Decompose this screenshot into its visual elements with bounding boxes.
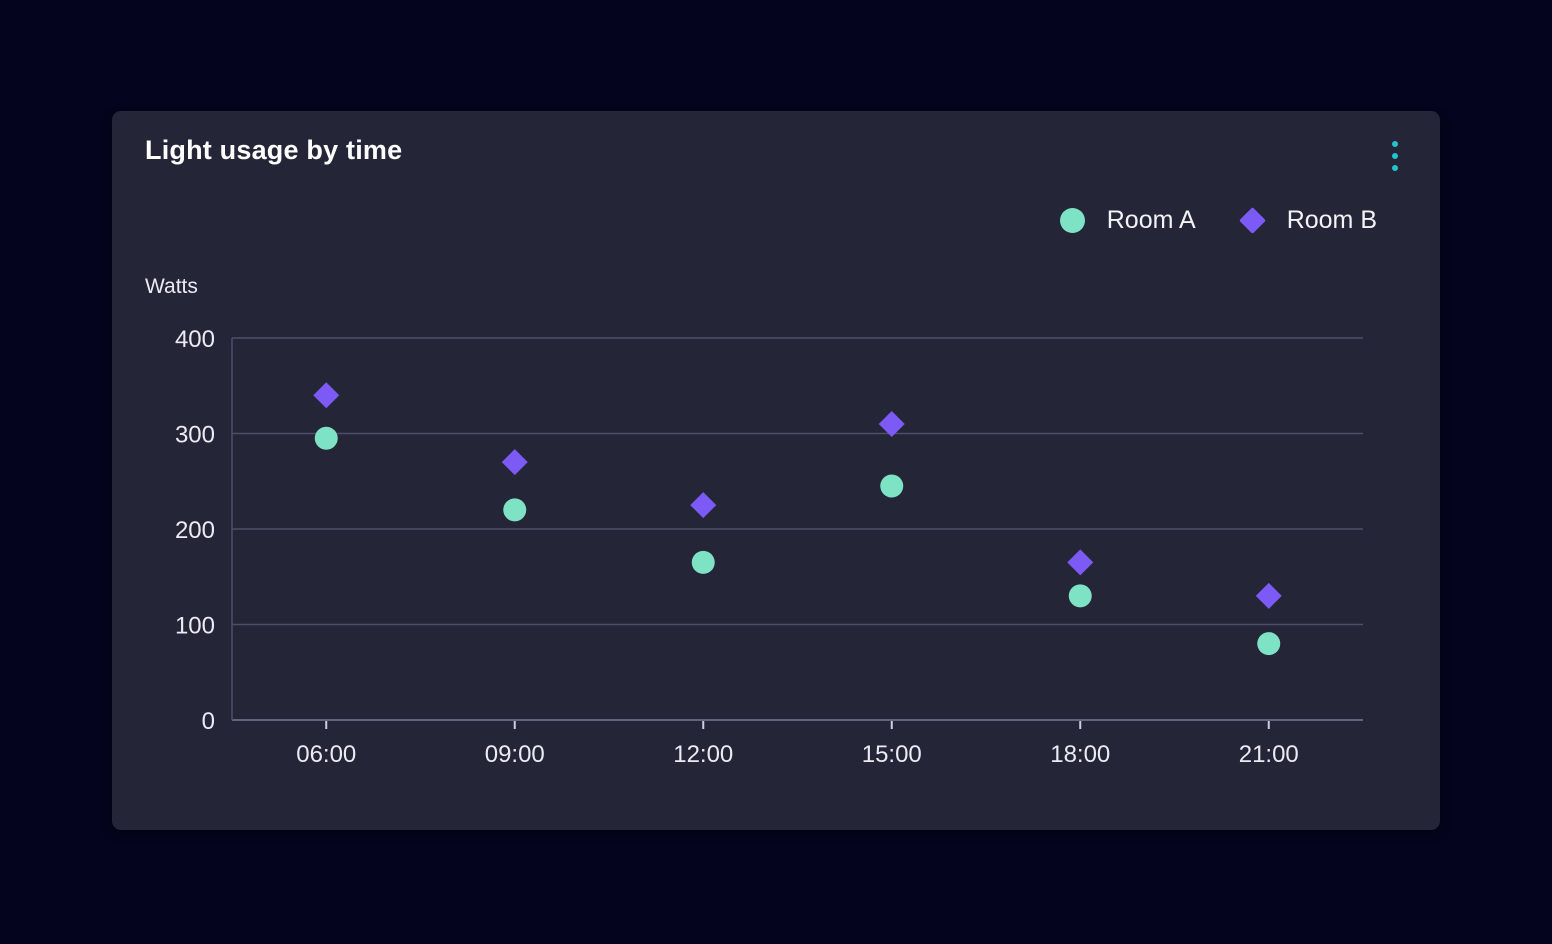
data-point-room-a[interactable] — [880, 475, 903, 498]
chart-title: Light usage by time — [145, 135, 402, 166]
data-point-room-b[interactable] — [1256, 583, 1282, 609]
data-point-room-b[interactable] — [690, 492, 716, 518]
kebab-dot-icon — [1392, 153, 1398, 159]
data-point-room-b[interactable] — [313, 382, 339, 408]
y-tick-label: 300 — [175, 422, 215, 449]
legend: Room A Room B — [1060, 206, 1377, 235]
legend-item-room-a[interactable]: Room A — [1060, 206, 1196, 235]
y-axis-title: Watts — [145, 275, 198, 299]
y-tick-label: 400 — [175, 326, 215, 353]
kebab-menu-button[interactable] — [1384, 135, 1406, 177]
data-point-room-a[interactable] — [503, 498, 526, 521]
legend-item-room-b[interactable]: Room B — [1240, 206, 1377, 235]
kebab-dot-icon — [1392, 165, 1398, 171]
data-point-room-a[interactable] — [692, 551, 715, 574]
legend-label: Room A — [1107, 206, 1196, 235]
y-tick-label: 200 — [175, 517, 215, 544]
x-tick-label: 09:00 — [485, 741, 545, 768]
kebab-dot-icon — [1392, 141, 1398, 147]
circle-marker-icon — [1060, 208, 1085, 233]
x-tick-label: 18:00 — [1050, 741, 1110, 768]
x-tick-label: 12:00 — [673, 741, 733, 768]
legend-label: Room B — [1287, 206, 1377, 235]
x-tick-label: 06:00 — [296, 741, 356, 768]
data-point-room-b[interactable] — [1067, 549, 1093, 575]
data-point-room-a[interactable] — [1257, 632, 1280, 655]
data-point-room-b[interactable] — [502, 449, 528, 475]
data-point-room-a[interactable] — [1069, 584, 1092, 607]
y-tick-label: 100 — [175, 613, 215, 640]
y-tick-label: 0 — [202, 708, 215, 735]
diamond-marker-icon — [1239, 207, 1266, 234]
card-header: Light usage by time — [112, 111, 1440, 177]
light-usage-card: 0 100 200 300 400 06:00 09:00 12:00 15:00 18:00 21… — [112, 111, 1440, 830]
x-tick-label: 15:00 — [862, 741, 922, 768]
data-point-room-a[interactable] — [315, 427, 338, 450]
x-tick-label: 21:00 — [1239, 741, 1299, 768]
